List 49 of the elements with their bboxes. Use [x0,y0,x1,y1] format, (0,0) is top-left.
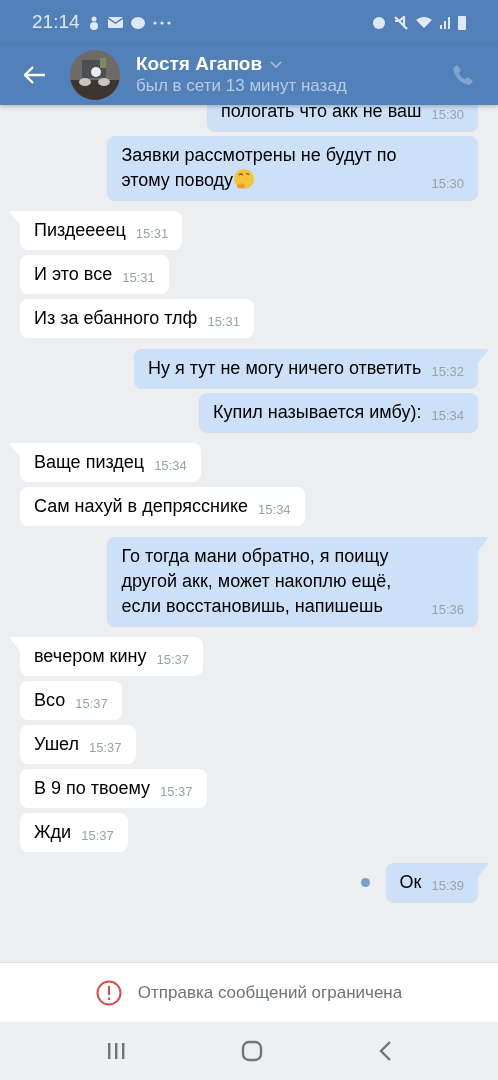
contact-name[interactable]: Костя Агапов [136,53,263,77]
message-time: 15:37 [75,695,108,713]
message-time: 15:31 [135,225,169,243]
message-text: пологать что акк не ваш [221,105,422,121]
restriction-notice: Отправка сообщений ограничена [137,981,403,1004]
message-text: Из за ебанного тлф [34,308,198,328]
message-text: Ну я тут не могу ничего ответить [148,358,422,378]
message-time: 15:34 [431,407,464,425]
message-time: 15:31 [122,269,155,287]
last-seen-status: был в сети 13 минут назад [136,76,348,97]
message-text: Жди [34,822,72,842]
message-text: Сам нахуй в депрясснике [34,496,249,516]
message-time: 15:34 [154,457,187,475]
message-text: Ушел [34,734,79,754]
message-time: 15:37 [160,783,193,801]
back-nav-icon[interactable] [378,1040,393,1062]
message-text: И это все [34,264,113,284]
warning-icon [95,979,122,1006]
message-time: 15:37 [156,651,189,669]
message-time: 15:30 [431,175,464,193]
message-time: 15:37 [81,827,114,845]
wifi-icon [416,17,432,28]
message-time: 15:39 [431,877,464,895]
message-text: В 9 по твоему [34,778,150,798]
message-time: 15:37 [89,739,122,757]
message-text: Ок [399,872,422,892]
recent-apps-icon[interactable] [105,1041,126,1061]
clock-time: 21:14 [32,10,80,35]
more-icon [152,20,171,25]
message-text: Всо [34,690,66,710]
message-time: 15:32 [431,363,464,381]
chat-icon [130,16,145,29]
message-text: Го тогда мани обратно, я поищу другой акк, может накоплю ещё, если восстановишь, напишешь [121,546,392,616]
message-text: вечером кину [34,646,147,666]
back-icon[interactable] [24,66,46,84]
mute-icon [394,15,408,30]
message-text: Купил называется имбу): [213,402,422,422]
chevron-down-icon[interactable] [270,60,283,69]
home-icon[interactable] [241,1040,263,1062]
message-text: Пиздеееец [34,220,126,240]
message-text: Ваще пиздец [34,452,145,472]
battery-icon [458,15,466,30]
message-time: 15:34 [258,501,291,519]
message-time: 15:31 [207,313,240,331]
signal-icon [440,16,450,29]
message-time: 15:30 [431,106,464,124]
message-time: 15:36 [431,601,464,619]
message-text: Заявки рассмотрены не будут по этому поводу [121,145,397,190]
mail-icon [107,17,123,28]
